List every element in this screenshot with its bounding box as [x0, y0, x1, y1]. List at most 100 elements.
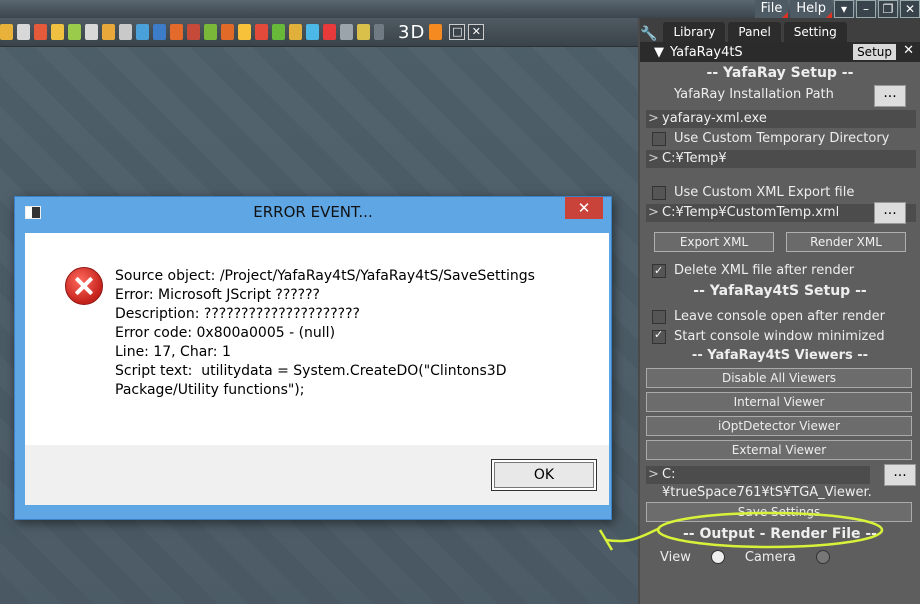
viewer-path-field[interactable]: > C:¥trueSpace761¥tS¥TGA_Viewer....	[646, 464, 916, 500]
camera-radio[interactable]	[815, 550, 830, 564]
xml-export-row[interactable]: Use Custom XML Export file	[640, 182, 920, 204]
temp-dir-label: Use Custom Temporary Directory	[674, 131, 890, 146]
tool-icon[interactable]	[204, 24, 217, 40]
tool-icon[interactable]	[306, 24, 319, 40]
section-yafaray4ts-setup: -- YafaRay4tS Setup --	[693, 283, 867, 299]
start-minimized-row[interactable]: Start console window minimized	[640, 326, 920, 346]
delete-xml-checkbox[interactable]	[652, 260, 666, 282]
minimize-icon[interactable]: –	[856, 0, 876, 18]
ok-button[interactable]: OK	[491, 459, 597, 491]
menu-help[interactable]: Help	[790, 0, 832, 18]
tab-library[interactable]: Library	[663, 22, 726, 42]
tool-icon[interactable]	[221, 24, 234, 40]
install-path-field[interactable]: > yafaray-xml.exe	[646, 110, 916, 128]
temp-dir-checkbox[interactable]	[652, 132, 666, 146]
error-icon	[65, 267, 103, 305]
tool-icon[interactable]	[323, 24, 336, 40]
render-source-radios: View Camera	[640, 544, 920, 570]
viewer-path-value: C:¥trueSpace761¥tS¥TGA_Viewer.	[662, 467, 872, 500]
dialog-body: Source object: /Project/YafaRay4tS/YafaR…	[25, 233, 609, 445]
tool-icon[interactable]	[272, 24, 285, 40]
delete-xml-row[interactable]: Delete XML file after render	[640, 260, 920, 282]
3d-mode-label[interactable]: 3D	[398, 22, 425, 43]
error-message: Source object: /Project/YafaRay4tS/YafaR…	[115, 268, 535, 398]
close-icon[interactable]: ✕	[900, 0, 920, 18]
delete-xml-label: Delete XML file after render	[674, 263, 855, 278]
install-path-label: YafaRay Installation Path	[674, 87, 834, 102]
arrow-icon: >	[648, 205, 659, 220]
settings-panel: 🔧 Library Panel Setting ▼ YafaRay4tS Set…	[640, 18, 920, 604]
tool-icon[interactable]	[68, 24, 81, 40]
menu-file[interactable]: File	[754, 0, 789, 18]
dialog-title-bar[interactable]: ERROR EVENT... ✕	[15, 197, 611, 227]
xml-export-browse-button[interactable]: ...	[874, 202, 906, 224]
tool-icon[interactable]	[17, 24, 30, 40]
disable-all-viewers-button[interactable]: Disable All Viewers	[646, 368, 912, 388]
collapse-triangle-icon[interactable]: ▼	[654, 45, 664, 60]
close-icon[interactable]: ✕	[468, 24, 485, 40]
view-radio[interactable]	[710, 550, 725, 564]
leave-console-checkbox[interactable]	[652, 310, 666, 324]
tab-panel[interactable]: Panel	[728, 22, 781, 42]
maximize-icon[interactable]: □	[449, 24, 466, 40]
tool-icon[interactable]	[429, 24, 443, 40]
external-viewer-button[interactable]: External Viewer	[646, 440, 912, 460]
temp-dir-value: C:¥Temp¥	[662, 151, 727, 166]
viewer-path-browse-button[interactable]: ...	[884, 464, 916, 486]
xml-export-value: C:¥Temp¥CustomTemp.xml	[662, 205, 840, 220]
tool-icon[interactable]	[51, 24, 64, 40]
restore-icon[interactable]: ❐	[878, 0, 898, 18]
section-yafaray-setup: -- YafaRay Setup --	[706, 65, 854, 81]
tool-icon[interactable]	[238, 24, 251, 40]
tool-icon[interactable]	[170, 24, 183, 40]
dialog-title: ERROR EVENT...	[253, 203, 373, 221]
section-viewers: -- YafaRay4tS Viewers --	[691, 348, 869, 363]
tool-icon[interactable]	[289, 24, 302, 40]
setup-button[interactable]: Setup	[853, 44, 896, 60]
save-settings-button[interactable]: Save Settings	[646, 502, 912, 522]
close-icon[interactable]: ✕	[903, 43, 914, 58]
xml-export-checkbox[interactable]	[652, 186, 666, 200]
start-minimized-label: Start console window minimized	[674, 329, 885, 344]
menu-help-label: Help	[796, 1, 826, 16]
arrow-icon: >	[648, 111, 659, 126]
export-xml-button[interactable]: Export XML	[654, 232, 774, 252]
iopt-viewer-button[interactable]: iOptDetector Viewer	[646, 416, 912, 436]
tool-icon[interactable]	[0, 24, 13, 40]
dialog-footer: OK	[25, 445, 609, 505]
temp-dir-row[interactable]: Use Custom Temporary Directory	[640, 128, 920, 150]
tool-icon[interactable]	[153, 24, 166, 40]
tool-icon[interactable]	[102, 24, 115, 40]
menu-file-label: File	[760, 1, 783, 16]
arrow-icon: >	[648, 151, 659, 166]
install-path-value: yafaray-xml.exe	[662, 111, 767, 126]
tool-icon[interactable]	[119, 24, 132, 40]
plugin-header: ▼ YafaRay4tS Setup ✕	[640, 42, 920, 62]
tool-icon[interactable]	[357, 24, 370, 40]
tool-icon[interactable]	[136, 24, 149, 40]
tool-icon[interactable]	[187, 24, 200, 40]
plugin-title: YafaRay4tS	[670, 44, 743, 60]
temp-dir-field[interactable]: > C:¥Temp¥	[646, 150, 916, 168]
tool-icon[interactable]	[255, 24, 268, 40]
tool-icon[interactable]	[85, 24, 98, 40]
top-bar: File Help ▾ – ❐ ✕	[0, 0, 920, 18]
tool-icon[interactable]	[340, 24, 353, 40]
render-xml-button[interactable]: Render XML	[786, 232, 906, 252]
leave-console-label: Leave console open after render	[674, 309, 885, 324]
xml-export-field[interactable]: > C:¥Temp¥CustomTemp.xml...	[646, 202, 916, 224]
tab-setting[interactable]: Setting	[783, 22, 847, 42]
error-dialog: ERROR EVENT... ✕ Source object: /Project…	[14, 196, 612, 520]
leave-console-row[interactable]: Leave console open after render	[640, 306, 920, 328]
arrow-icon: >	[648, 467, 659, 482]
tool-icon[interactable]	[34, 24, 47, 40]
xml-export-label: Use Custom XML Export file	[674, 185, 855, 200]
dropdown-icon[interactable]: ▾	[834, 0, 854, 18]
tool-icon[interactable]	[374, 24, 384, 40]
xml-buttons: Export XML Render XML	[640, 232, 920, 254]
view-label: View	[660, 549, 691, 565]
install-path-browse-button[interactable]: ...	[874, 85, 906, 107]
internal-viewer-button[interactable]: Internal Viewer	[646, 392, 912, 412]
dialog-close-button[interactable]: ✕	[565, 197, 603, 219]
start-minimized-checkbox[interactable]	[652, 326, 666, 344]
